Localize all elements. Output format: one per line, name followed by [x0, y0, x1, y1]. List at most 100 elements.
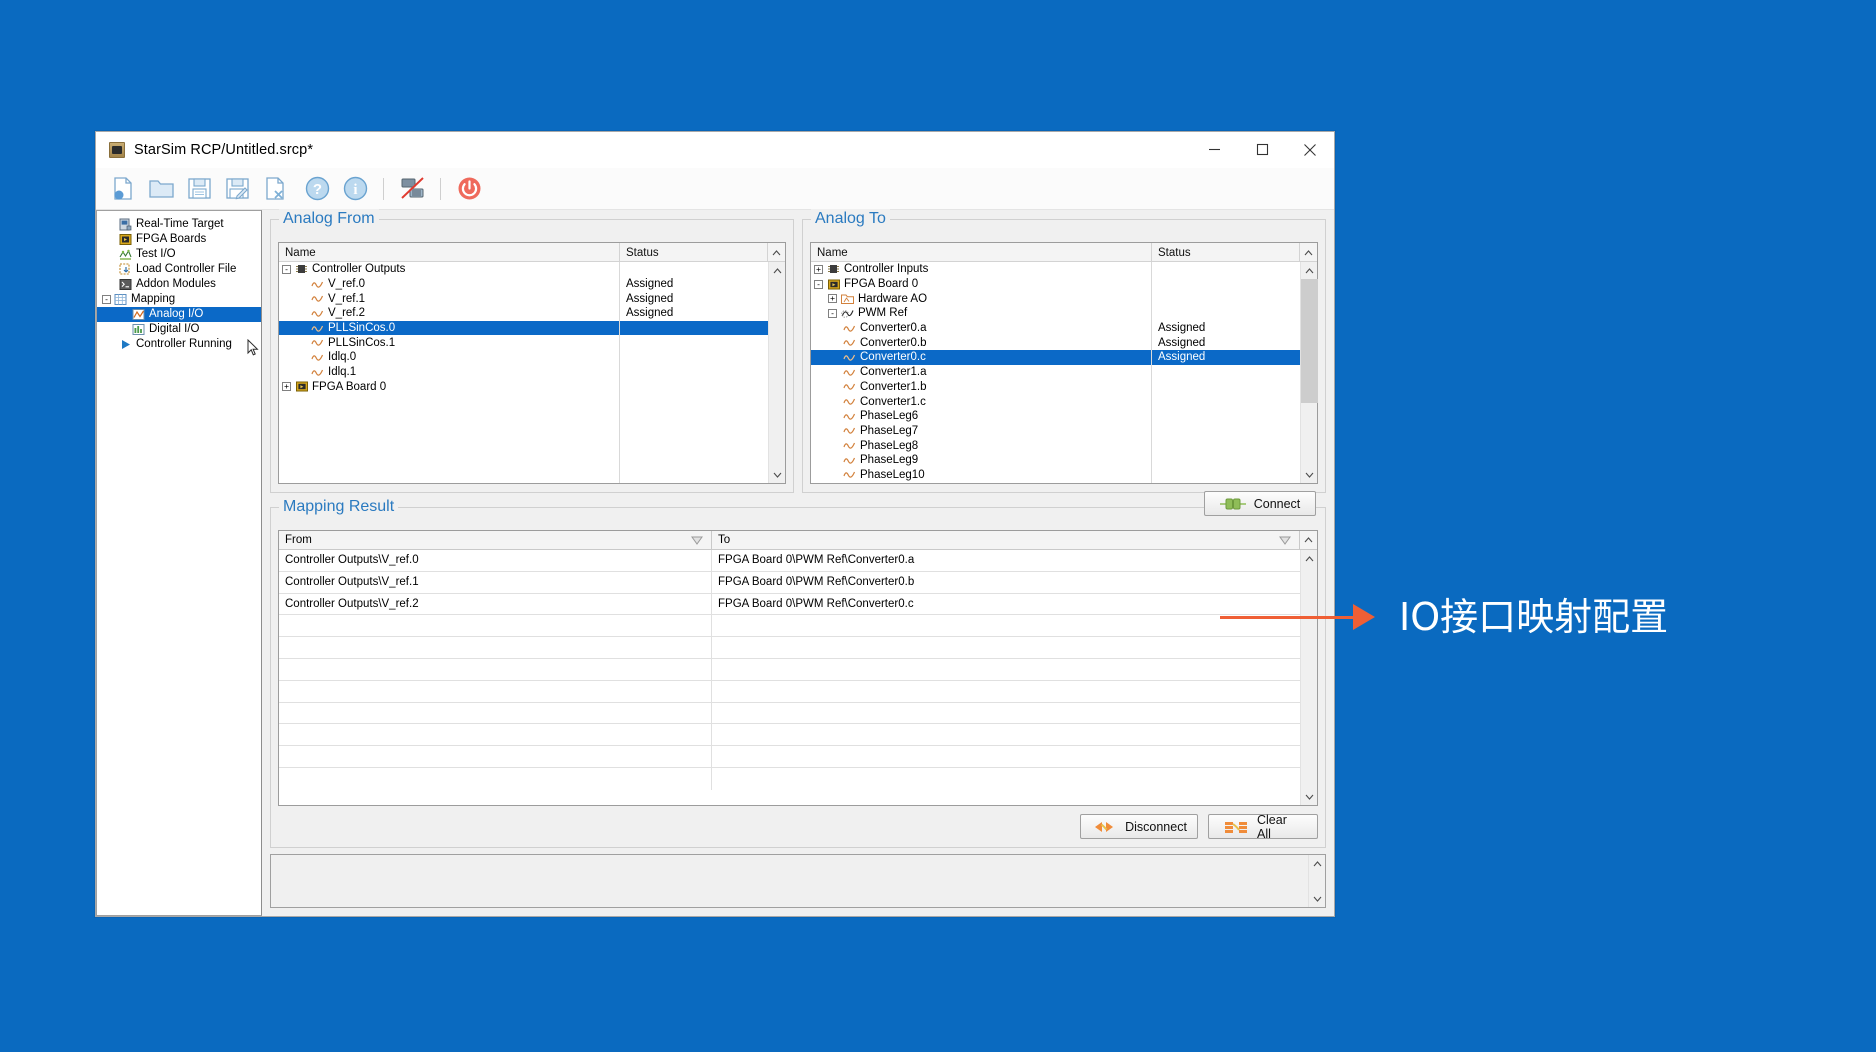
sidebar-item-analog-io[interactable]: Analog I/O — [97, 307, 261, 322]
scroll-track[interactable] — [769, 279, 786, 466]
column-header-status[interactable]: Status — [620, 243, 768, 262]
log-scrollbar[interactable] — [1308, 855, 1325, 907]
tree-row[interactable]: Converter1.b — [811, 380, 1300, 395]
table-row[interactable] — [279, 658, 1300, 681]
column-header-name[interactable]: Name — [811, 243, 1152, 262]
tree-row[interactable]: + FPGA Board 0 — [279, 380, 768, 395]
analog-from-scrollbar[interactable] — [768, 262, 785, 483]
new-file-icon[interactable] — [106, 172, 140, 206]
close-file-icon[interactable] — [258, 172, 292, 206]
help-icon[interactable]: ? — [300, 172, 334, 206]
sidebar-item-real-time-target[interactable]: Real-Time Target — [97, 217, 261, 232]
tree-row[interactable]: Converter0.a Assigned — [811, 321, 1300, 336]
connect-button[interactable]: Connect — [1204, 491, 1316, 516]
tree-row[interactable]: PhaseLeg6 — [811, 409, 1300, 424]
expander-icon[interactable]: - — [828, 308, 837, 318]
open-folder-icon[interactable] — [144, 172, 178, 206]
power-icon[interactable] — [452, 172, 486, 206]
table-row[interactable] — [279, 615, 1300, 638]
tree-row[interactable]: Converter1.c — [811, 394, 1300, 409]
tree-row[interactable]: + Hardware AO — [811, 291, 1300, 306]
table-row[interactable] — [279, 702, 1300, 725]
clear-all-button[interactable]: Clear All — [1208, 813, 1318, 841]
save-as-icon[interactable] — [220, 172, 254, 206]
sidebar-item-controller-running[interactable]: Controller Running — [97, 337, 261, 352]
column-header-from[interactable]: From — [279, 531, 712, 549]
disconnect-target-icon[interactable] — [395, 172, 429, 206]
scroll-up-icon[interactable] — [1301, 262, 1318, 279]
column-header-name[interactable]: Name — [279, 243, 620, 262]
sidebar-item-digital-io[interactable]: Digital I/O — [97, 322, 261, 337]
table-row[interactable]: Controller Outputs\V_ref.2 FPGA Board 0\P… — [279, 593, 1300, 616]
tree-row[interactable]: - PWM Ref — [811, 306, 1300, 321]
navigation-tree[interactable]: Real-Time Target FPGA Boards Test I/O Lo… — [96, 210, 262, 916]
scroll-down-icon[interactable] — [1301, 788, 1318, 805]
tree-row[interactable]: PhaseLeg8 — [811, 438, 1300, 453]
expander-icon[interactable]: - — [814, 279, 823, 289]
tree-row-selected[interactable]: Converter0.c Assigned — [811, 350, 1300, 365]
tree-row[interactable]: + Controller Inputs — [811, 262, 1300, 277]
expander-icon[interactable]: + — [282, 382, 291, 392]
collapse-box[interactable]: - — [102, 295, 111, 304]
tree-row[interactable]: Idlq.0 — [279, 350, 768, 365]
tree-row[interactable]: - FPGA Board 0 — [811, 277, 1300, 292]
sidebar-item-label: Analog I/O — [149, 308, 204, 320]
table-row[interactable] — [279, 680, 1300, 703]
scroll-track[interactable] — [1309, 872, 1326, 890]
sort-descending-icon[interactable] — [691, 536, 703, 548]
tree-row-selected[interactable]: PLLSinCos.0 — [279, 320, 768, 336]
sidebar-item-fpga-boards[interactable]: FPGA Boards — [97, 232, 261, 247]
tree-row[interactable]: - Controller Outputs — [279, 262, 768, 277]
expander-icon[interactable]: - — [101, 294, 112, 305]
scroll-down-icon[interactable] — [1301, 466, 1318, 483]
mapping-result-scrollbar[interactable] — [1300, 550, 1317, 805]
tree-row[interactable]: Converter1.a — [811, 365, 1300, 380]
table-row[interactable]: Controller Outputs\V_ref.0 FPGA Board 0\P… — [279, 550, 1300, 572]
expander-icon[interactable]: + — [828, 294, 837, 304]
expander-icon[interactable]: + — [814, 264, 823, 274]
sort-descending-icon[interactable] — [1279, 536, 1291, 548]
maximize-button[interactable] — [1238, 132, 1286, 168]
tree-row[interactable]: PhaseLeg10 — [811, 468, 1300, 483]
mapping-result-table[interactable]: From To Controller Outputs\V_ref.0 FPGA … — [278, 530, 1318, 806]
column-header-to[interactable]: To — [712, 531, 1300, 549]
log-pane[interactable] — [270, 854, 1326, 908]
analog-from-tree[interactable]: Name Status - Controller Outputs V_ref.0… — [278, 242, 786, 484]
table-row[interactable]: Controller Outputs\V_ref.1 FPGA Board 0\P… — [279, 571, 1300, 594]
close-button[interactable] — [1286, 132, 1334, 168]
tree-row[interactable]: Idlq.1 — [279, 365, 768, 380]
minimize-button[interactable] — [1190, 132, 1238, 168]
scroll-up-icon[interactable] — [1301, 550, 1318, 567]
sidebar-item-addon-modules[interactable]: Addon Modules — [97, 277, 261, 292]
analog-to-scrollbar[interactable] — [1300, 262, 1318, 483]
table-row[interactable] — [279, 637, 1300, 659]
sidebar-item-label: Digital I/O — [149, 323, 200, 335]
tree-row[interactable]: V_ref.0 Assigned — [279, 277, 768, 292]
scroll-down-icon[interactable] — [769, 466, 786, 483]
tree-row[interactable]: V_ref.1 Assigned — [279, 291, 768, 306]
info-icon[interactable]: i — [338, 172, 372, 206]
tree-row[interactable]: PLLSinCos.1 — [279, 335, 768, 350]
scroll-thumb[interactable] — [1300, 279, 1318, 403]
analog-to-rows: + Controller Inputs - FPGA Board 0 + Har… — [811, 262, 1300, 483]
tree-row[interactable]: Converter0.b Assigned — [811, 335, 1300, 350]
sidebar-item-mapping[interactable]: - Mapping — [97, 292, 261, 307]
scroll-up-icon[interactable] — [1309, 855, 1326, 872]
sidebar-item-load-controller-file[interactable]: Load Controller File — [97, 262, 261, 277]
save-icon[interactable] — [182, 172, 216, 206]
column-header-status[interactable]: Status — [1152, 243, 1300, 262]
disconnect-button[interactable]: Disconnect — [1080, 814, 1198, 839]
scroll-track[interactable] — [1300, 279, 1318, 466]
tree-row[interactable]: V_ref.2 Assigned — [279, 306, 768, 321]
sine-icon — [310, 280, 325, 289]
tree-row[interactable]: PhaseLeg9 — [811, 453, 1300, 468]
scroll-down-icon[interactable] — [1309, 890, 1326, 907]
tree-row[interactable]: PhaseLeg7 — [811, 424, 1300, 439]
sidebar-item-test-io[interactable]: Test I/O — [97, 247, 261, 262]
expander-icon[interactable]: - — [282, 264, 291, 274]
table-row[interactable] — [279, 724, 1300, 747]
table-row[interactable] — [279, 746, 1300, 768]
scroll-up-icon[interactable] — [769, 262, 786, 279]
analog-to-tree[interactable]: Name Status + Controller Inputs - FPGA B… — [810, 242, 1318, 484]
table-row[interactable] — [279, 767, 1300, 790]
